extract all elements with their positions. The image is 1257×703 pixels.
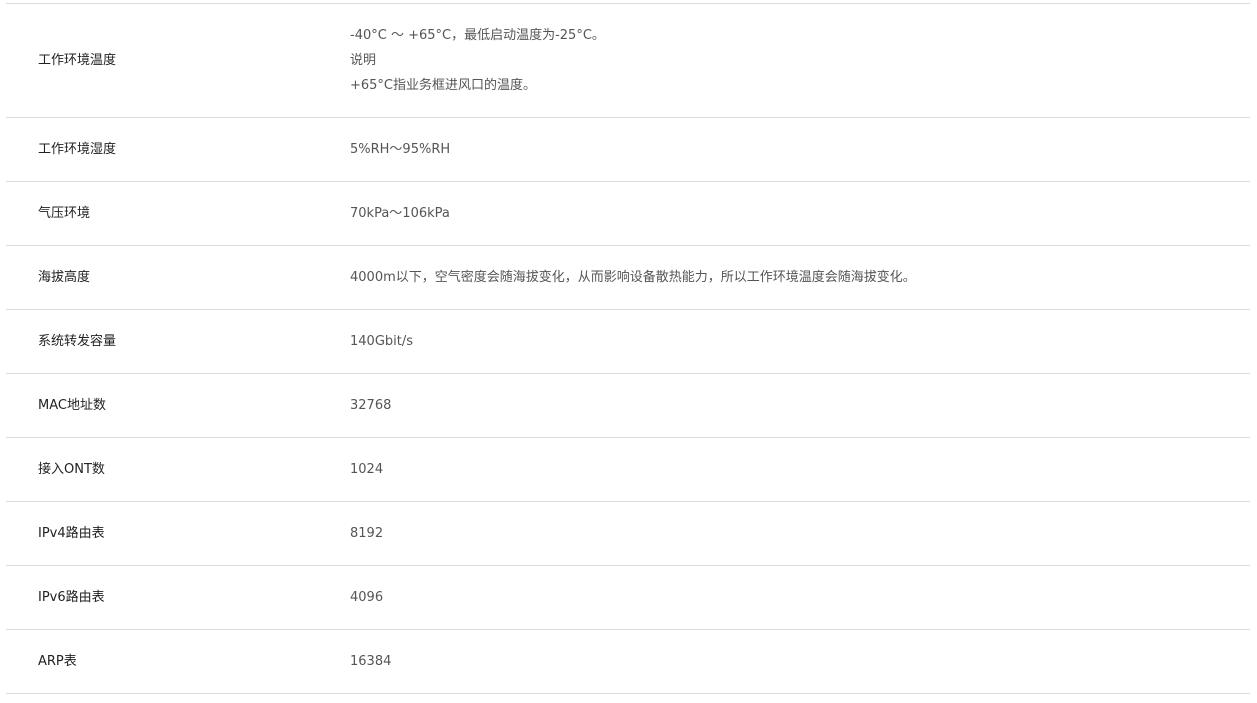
row-value: 4096 [350, 565, 1250, 630]
table-row: 工作环境湿度 5%RH～95%RH [6, 117, 1250, 182]
row-value: 140Gbit/s [350, 309, 1250, 374]
row-value: 5%RH～95%RH [350, 117, 1250, 182]
row-label: 系统转发容量 [6, 309, 350, 374]
row-value: 1024 [350, 437, 1250, 502]
table-row: 海拔高度 4000m以下，空气密度会随海拔变化，从而影响设备散热能力，所以工作环… [6, 245, 1250, 310]
table-row: 接入ONT数 1024 [6, 437, 1250, 502]
row-label: 海拔高度 [6, 245, 350, 310]
row-label: MAC地址数 [6, 373, 350, 438]
table-row: 工作环境温度 -40°C ～ +65°C，最低启动温度为-25°C。 说明 +6… [6, 3, 1250, 118]
table-row: IPv4路由表 8192 [6, 501, 1250, 566]
note-text: +65°C指业务框进风口的温度。 [350, 78, 537, 93]
table-row: IPv6路由表 4096 [6, 565, 1250, 630]
row-label: 接入ONT数 [6, 437, 350, 502]
row-value: 4000m以下，空气密度会随海拔变化，从而影响设备散热能力，所以工作环境温度会随… [350, 245, 1250, 310]
row-label: ARP表 [6, 629, 350, 694]
row-value: 70kPa～106kPa [350, 181, 1250, 246]
row-value: 16384 [350, 629, 1250, 694]
row-label: IPv4路由表 [6, 501, 350, 566]
row-value: 32768 [350, 373, 1250, 438]
row-label: IPv6路由表 [6, 565, 350, 630]
row-label: 气压环境 [6, 181, 350, 246]
note-heading: 说明 [350, 53, 377, 68]
table-row: 气压环境 70kPa～106kPa [6, 181, 1250, 246]
temperature-range: -40°C ～ +65°C，最低启动温度为-25°C。 [350, 28, 605, 43]
spec-table: 工作环境温度 -40°C ～ +65°C，最低启动温度为-25°C。 说明 +6… [6, 3, 1250, 694]
table-row: ARP表 16384 [6, 629, 1250, 694]
table-row: 系统转发容量 140Gbit/s [6, 309, 1250, 374]
row-value: -40°C ～ +65°C，最低启动温度为-25°C。 说明 +65°C指业务框… [350, 3, 1250, 118]
table-row: MAC地址数 32768 [6, 373, 1250, 438]
row-label: 工作环境温度 [6, 3, 350, 118]
row-value: 8192 [350, 501, 1250, 566]
row-label: 工作环境湿度 [6, 117, 350, 182]
